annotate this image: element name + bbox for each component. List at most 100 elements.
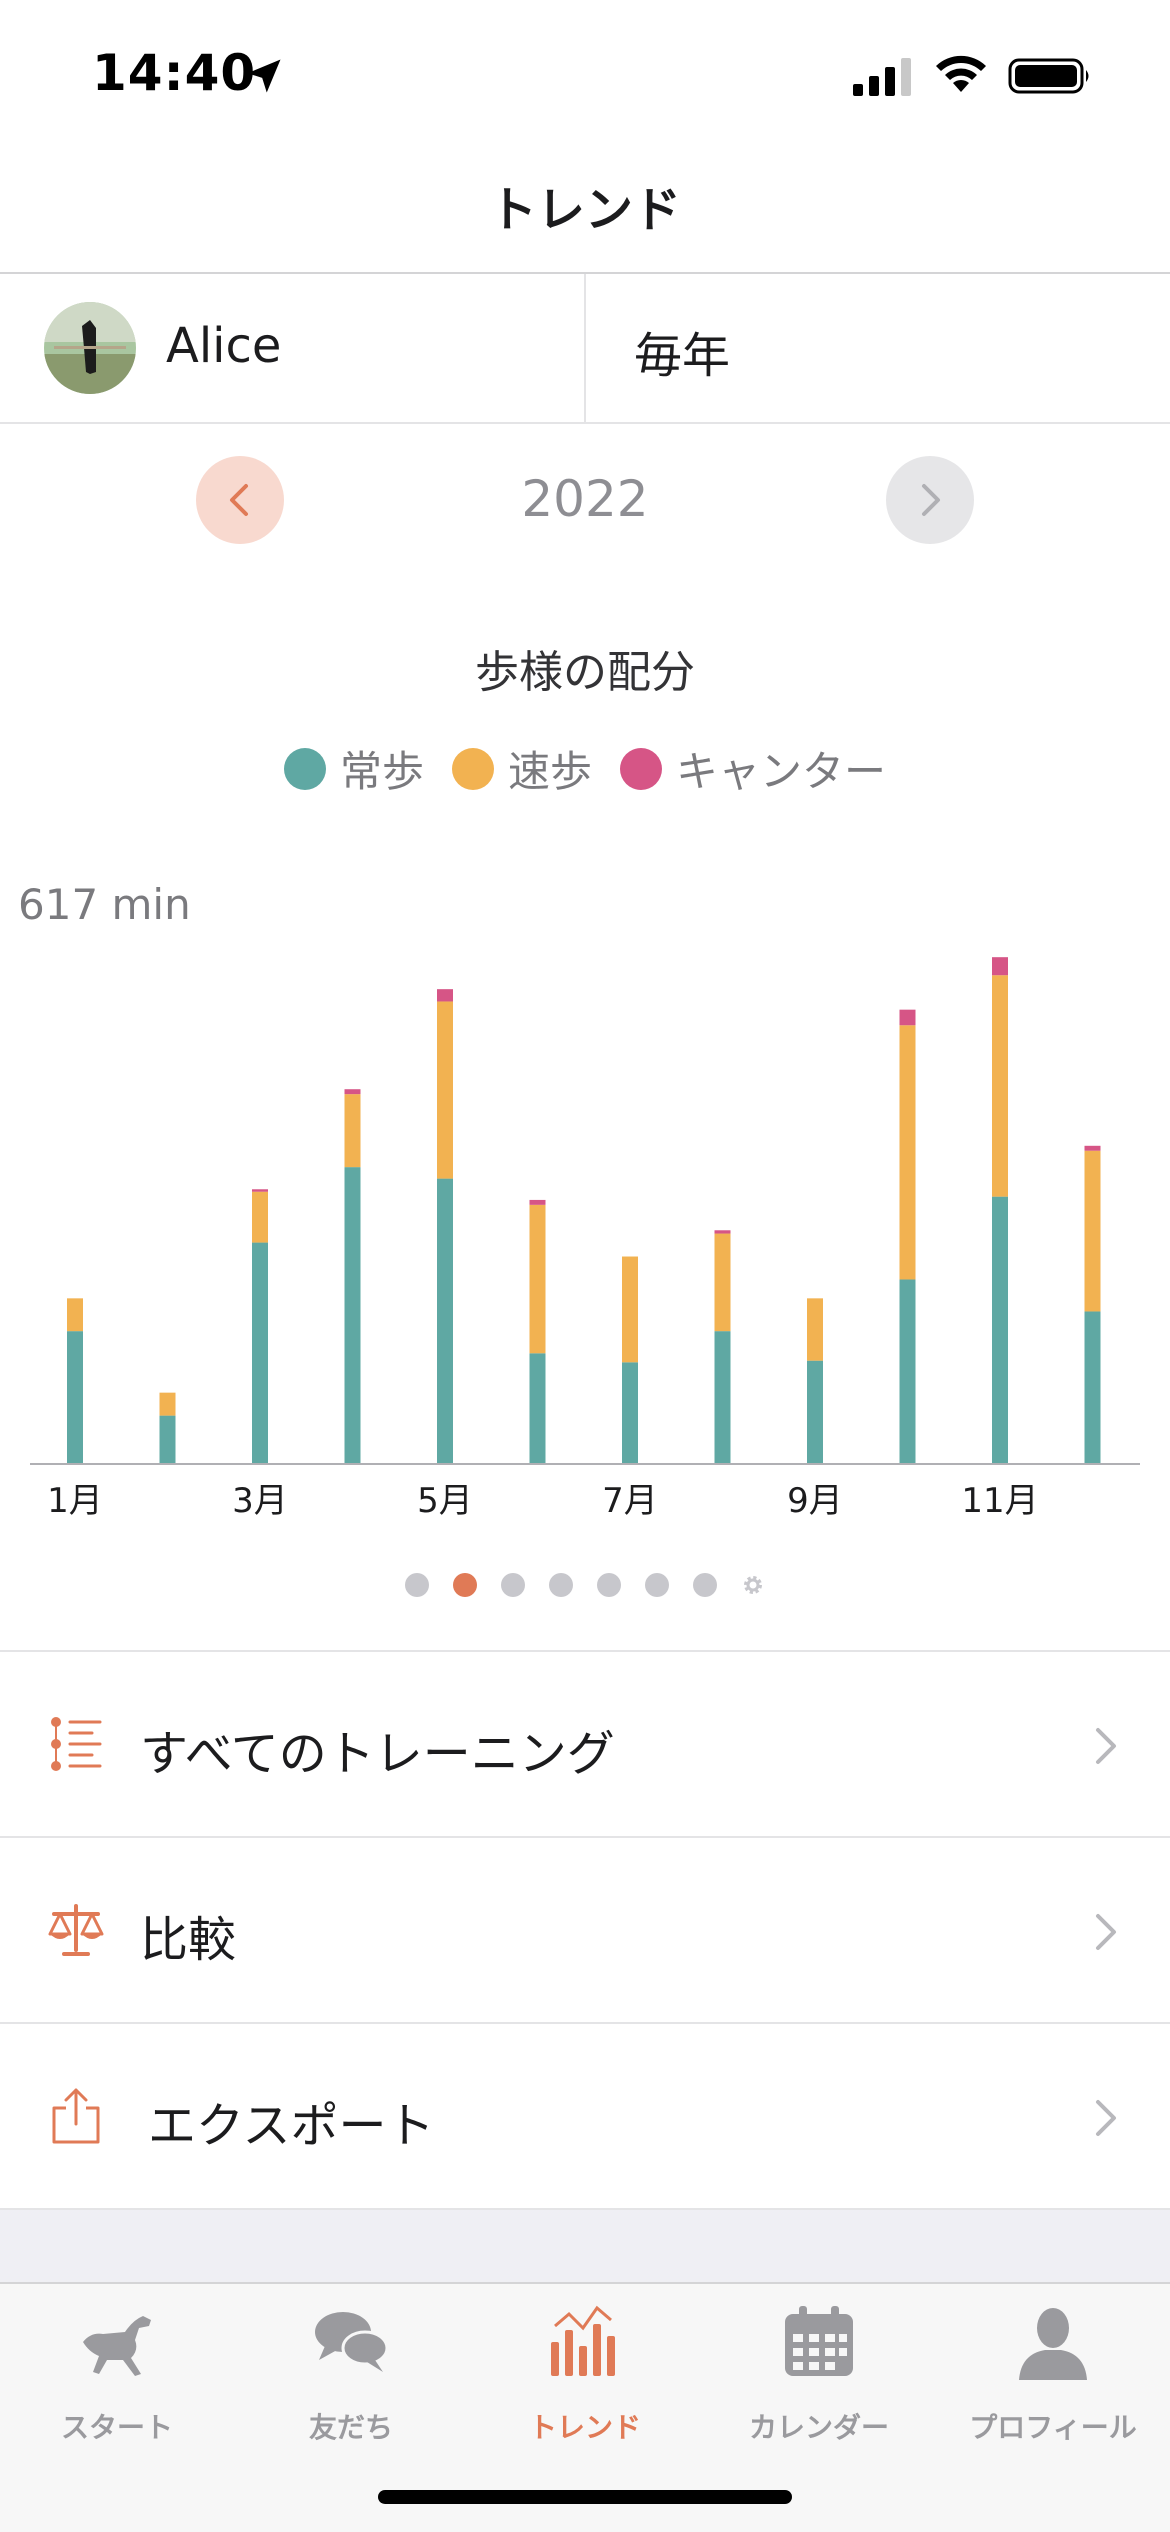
period-label: 毎年	[634, 328, 731, 384]
bar-segment-8月-常歩	[714, 1331, 731, 1464]
bar-segment-9月-速歩	[807, 1298, 823, 1361]
horse-avatar	[44, 302, 136, 394]
legend-item-trot: 速歩	[451, 738, 592, 799]
page-dot[interactable]	[597, 1573, 621, 1597]
chevron-right-icon	[1096, 2100, 1116, 2136]
bar-segment-1月-速歩	[67, 1298, 83, 1332]
next-year-button[interactable]	[886, 456, 974, 544]
page-title: トレンド	[488, 182, 681, 238]
page-dot[interactable]	[501, 1573, 525, 1597]
tab-profile[interactable]: プロフィール	[936, 2284, 1170, 2444]
legend-label-canter: キャンター	[676, 747, 887, 796]
bar-segment-5月-キャンター	[437, 989, 453, 1002]
menu-list: すべてのトレーニング 比較 エクスポート	[0, 1650, 1170, 2208]
legend-dot-trot	[451, 747, 494, 790]
bar-segment-8月-速歩	[714, 1233, 731, 1332]
bar-segment-6月-常歩	[529, 1353, 546, 1464]
chart-legend: 常歩 速歩 キャンター	[0, 738, 1170, 799]
list-footer-space	[0, 2208, 1170, 2282]
all-trainings-label: すべてのトレーニング	[140, 1726, 615, 1782]
bar-segment-12月-速歩	[1084, 1150, 1101, 1312]
bar-segment-2月-常歩	[159, 1415, 176, 1464]
bar-segment-12月-キャンター	[1084, 1145, 1101, 1151]
tab-calendar[interactable]: カレンダー	[702, 2284, 936, 2444]
settings-gear-icon[interactable]	[740, 1572, 766, 1598]
bar-segment-12月-常歩	[1084, 1311, 1101, 1464]
x-tick-label: 5月	[417, 1481, 473, 1521]
chevron-right-icon	[922, 484, 940, 516]
bar-segment-9月-常歩	[807, 1360, 823, 1464]
page-dot[interactable]	[453, 1573, 477, 1597]
chevron-right-icon	[1096, 1728, 1116, 1764]
bar-segment-10月-速歩	[899, 1025, 916, 1280]
wifi-icon	[936, 55, 986, 92]
page-dot[interactable]	[645, 1573, 669, 1597]
page-indicator[interactable]	[0, 1572, 1170, 1598]
export-label: エクスポート	[148, 2098, 435, 2154]
year-label: 2022	[521, 470, 649, 528]
battery-icon	[1008, 58, 1089, 94]
bar-segment-4月-キャンター	[344, 1089, 361, 1095]
page-dot[interactable]	[405, 1573, 429, 1597]
x-tick-label: 7月	[602, 1481, 658, 1521]
page-dot[interactable]	[693, 1573, 717, 1597]
home-indicator	[378, 2490, 792, 2504]
bar-segment-4月-常歩	[344, 1167, 361, 1464]
legend-label-walk: 常歩	[339, 747, 424, 796]
bar-segment-6月-速歩	[529, 1204, 546, 1354]
bar-segment-11月-キャンター	[992, 957, 1008, 976]
tab-label: スタート	[60, 2411, 173, 2444]
x-tick-label: 1月	[47, 1481, 103, 1521]
compare-label: 比較	[140, 1912, 237, 1968]
person-icon	[1019, 2308, 1087, 2380]
x-tick-label: 3月	[232, 1481, 288, 1521]
cellular-signal-icon	[853, 58, 911, 96]
bar-segment-3月-常歩	[252, 1242, 268, 1464]
status-time: 14:40	[92, 44, 257, 102]
calendar-icon	[785, 2306, 853, 2376]
bar-segment-7月-速歩	[622, 1256, 638, 1363]
x-tick-label: 9月	[787, 1481, 843, 1521]
x-tick-label: 11月	[961, 1481, 1038, 1521]
bar-segment-3月-キャンター	[252, 1189, 268, 1192]
export-row[interactable]: エクスポート	[0, 2022, 1170, 2208]
tab-start[interactable]: スタート	[0, 2284, 234, 2444]
bar-segment-3月-速歩	[252, 1191, 268, 1243]
bar-segment-10月-常歩	[899, 1279, 916, 1464]
bar-segment-2月-速歩	[159, 1392, 176, 1416]
tab-friends[interactable]: 友だち	[234, 2284, 468, 2444]
compare-row[interactable]: 比較	[0, 1836, 1170, 2022]
legend-item-canter: キャンター	[620, 738, 886, 799]
bar-segment-1月-常歩	[67, 1331, 83, 1464]
chat-bubbles-icon	[315, 2312, 389, 2372]
period-selector[interactable]: 毎年	[586, 274, 1170, 422]
chevron-right-icon	[1096, 1914, 1116, 1950]
location-arrow-icon	[247, 59, 281, 93]
bar-segment-4月-速歩	[344, 1094, 361, 1168]
tab-label: カレンダー	[748, 2411, 889, 2444]
legend-label-trot: 速歩	[507, 747, 592, 796]
status-bar: 14:40	[0, 0, 1170, 150]
list-icon	[51, 1717, 102, 1771]
gait-distribution-chart: 1月 3月 5月 7月 9月 11月	[30, 957, 1140, 1521]
bar-segment-5月-速歩	[437, 1001, 453, 1179]
bar-segment-11月-常歩	[992, 1196, 1008, 1464]
bar-chart-icon	[551, 2305, 615, 2376]
page-dot[interactable]	[549, 1573, 573, 1597]
legend-dot-canter	[620, 747, 662, 790]
bar-segment-10月-キャンター	[899, 1009, 916, 1026]
tab-label: プロフィール	[969, 2411, 1137, 2444]
tab-trends[interactable]: トレンド	[468, 2284, 702, 2444]
all-trainings-row[interactable]: すべてのトレーニング	[0, 1650, 1170, 1836]
scale-icon	[48, 1904, 104, 1956]
legend-item-walk: 常歩	[283, 738, 424, 799]
bar-segment-8月-キャンター	[714, 1230, 731, 1234]
legend-dot-walk	[283, 747, 326, 790]
bar-segment-5月-常歩	[437, 1178, 453, 1464]
tab-label: トレンド	[528, 2411, 641, 2444]
bar-segment-6月-キャンター	[529, 1199, 546, 1205]
horse-selector[interactable]: Alice	[0, 274, 584, 422]
selector-bar: Alice 毎年	[0, 274, 1170, 424]
horse-icon	[83, 2316, 151, 2376]
chart-title: 歩様の配分	[475, 647, 695, 698]
